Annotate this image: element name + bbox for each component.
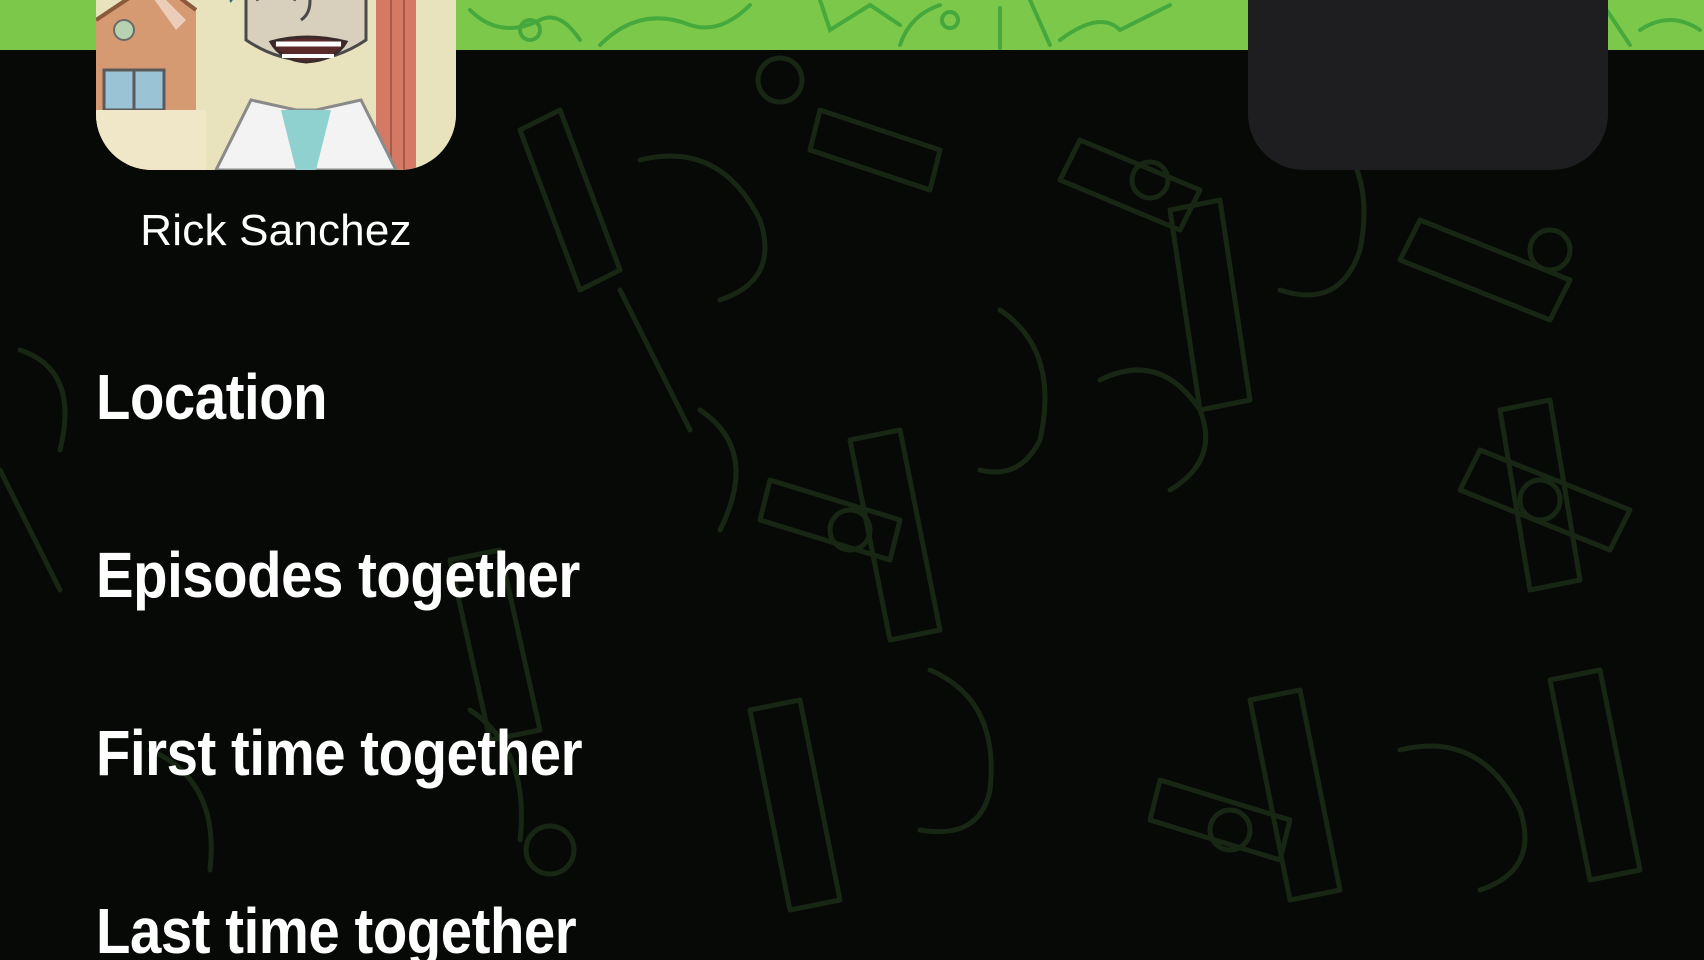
last-time-together-heading: Last time together bbox=[96, 895, 577, 960]
character-detail-page: Rick Sanchez Location Episodes together … bbox=[0, 0, 1704, 960]
first-time-together-heading: First time together bbox=[96, 717, 583, 789]
rick-portrait-image bbox=[96, 0, 456, 170]
portal-gun-pattern bbox=[0, 55, 1643, 913]
episodes-together-heading: Episodes together bbox=[96, 539, 580, 611]
character-avatar[interactable] bbox=[96, 0, 456, 170]
secondary-card[interactable] bbox=[1248, 0, 1608, 170]
character-name: Rick Sanchez bbox=[140, 206, 412, 255]
background-doodle-pattern bbox=[0, 50, 1704, 960]
location-heading: Location bbox=[96, 361, 328, 433]
